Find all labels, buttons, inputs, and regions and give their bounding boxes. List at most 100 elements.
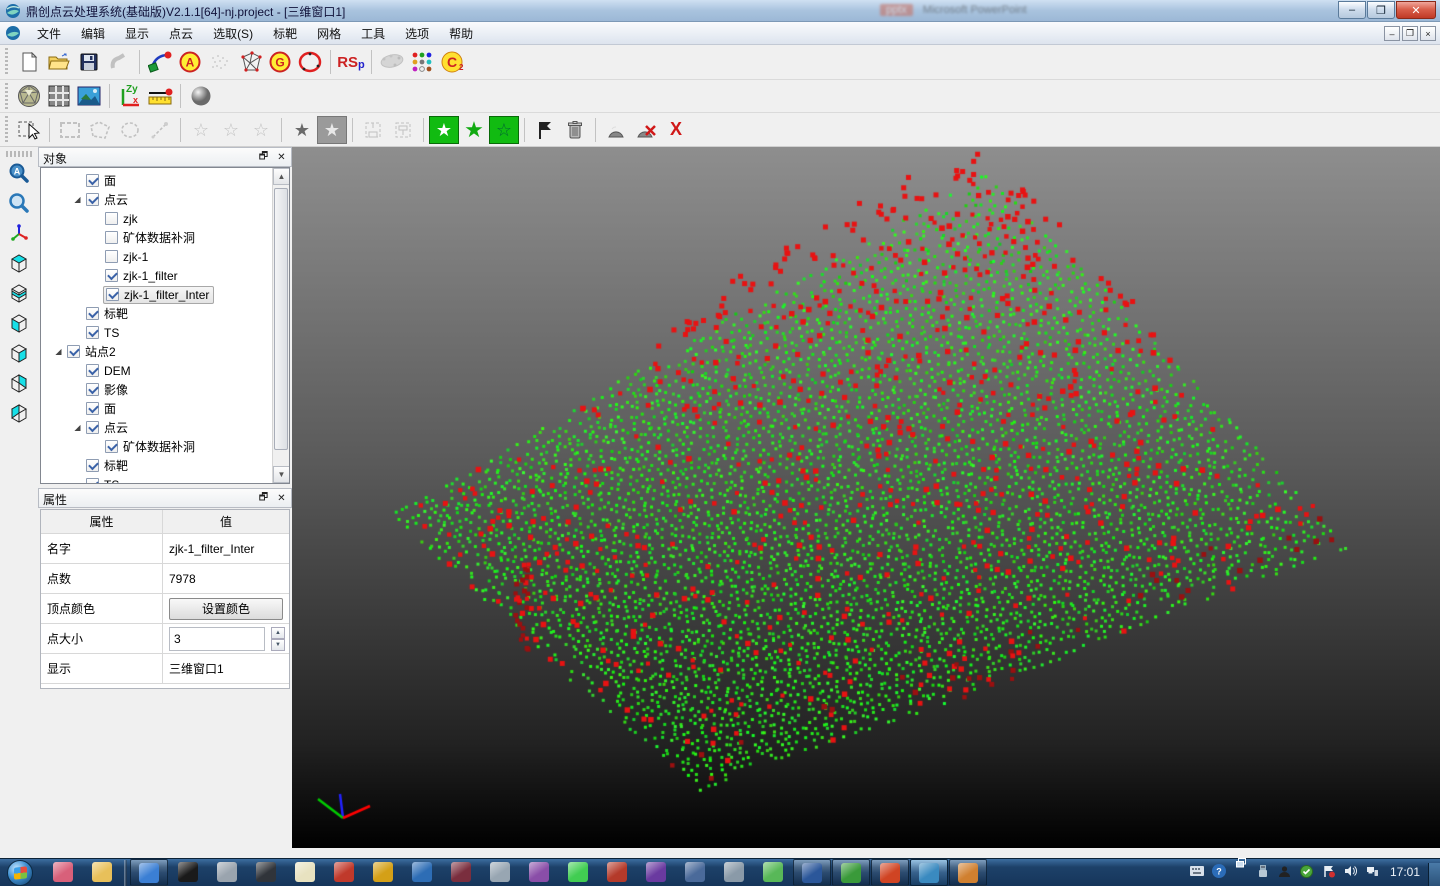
axes-icon[interactable]: [4, 219, 34, 247]
expander-icon[interactable]: ◢: [52, 347, 65, 356]
taskbar-app-orange-app[interactable]: [949, 859, 987, 886]
taskbar-app-green-app[interactable]: [832, 859, 870, 886]
view-left-icon[interactable]: [4, 399, 34, 427]
taskbar-app-gray-app[interactable]: [481, 859, 519, 886]
visibility-checkbox[interactable]: [86, 174, 99, 187]
taskbar-app-player[interactable]: [208, 859, 246, 886]
star-box-green-outline-icon[interactable]: ☆: [489, 116, 519, 144]
view-middle-icon[interactable]: [4, 279, 34, 307]
tree-item[interactable]: zjk-1_filter: [41, 266, 289, 285]
star-box-green-icon[interactable]: ★: [429, 116, 459, 144]
dome-delete-icon[interactable]: [631, 116, 661, 144]
tree-item[interactable]: 影像: [41, 380, 289, 399]
view-front-icon[interactable]: [4, 309, 34, 337]
help-icon[interactable]: ?: [1211, 863, 1227, 879]
taskbar-app-red-ball[interactable]: [598, 859, 636, 886]
taskbar-app-word[interactable]: [793, 859, 831, 886]
tree-item[interactable]: 面: [41, 171, 289, 190]
network-icon[interactable]: [1365, 863, 1381, 879]
close-panel-icon[interactable]: ✕: [274, 150, 289, 164]
tree-item[interactable]: zjk-1: [41, 247, 289, 266]
menu-tools[interactable]: 工具: [351, 22, 395, 45]
visibility-checkbox[interactable]: [105, 231, 118, 244]
taskbar-app-gold-app[interactable]: [364, 859, 402, 886]
visibility-checkbox[interactable]: [86, 193, 99, 206]
menu-target[interactable]: 标靶: [263, 22, 307, 45]
target-g-icon[interactable]: G: [265, 48, 295, 76]
target-o-icon[interactable]: [295, 48, 325, 76]
pointcloud-icon[interactable]: [205, 48, 235, 76]
visibility-checkbox[interactable]: [86, 402, 99, 415]
zoom-all-icon[interactable]: A: [4, 159, 34, 187]
mesh-icon[interactable]: [235, 48, 265, 76]
tree-item[interactable]: TS: [41, 323, 289, 342]
mdi-minimize-button[interactable]: –: [1384, 26, 1400, 41]
visibility-checkbox[interactable]: [106, 288, 119, 301]
star-green-icon[interactable]: ★: [459, 116, 489, 144]
axes-zyx-icon[interactable]: Zyx: [115, 82, 145, 110]
tree-item[interactable]: ◢站点2: [41, 342, 289, 361]
tree-item[interactable]: 面: [41, 399, 289, 418]
menu-options[interactable]: 选项: [395, 22, 439, 45]
press-2-icon[interactable]: [388, 116, 418, 144]
close-panel-icon[interactable]: ✕: [274, 491, 289, 505]
close-button[interactable]: ✕: [1396, 1, 1436, 19]
set-color-button[interactable]: 设置颜色: [169, 598, 283, 620]
ellipse-select-icon[interactable]: [115, 116, 145, 144]
tree-item[interactable]: ◢点云: [41, 418, 289, 437]
pick-select-icon[interactable]: [14, 116, 44, 144]
toolbar-grip[interactable]: [3, 83, 11, 109]
taskbar-app-powerpoint[interactable]: [871, 859, 909, 886]
tree-item[interactable]: 标靶: [41, 456, 289, 475]
float-panel-icon[interactable]: 🗗: [256, 150, 271, 164]
star-gray-icon[interactable]: ★: [287, 116, 317, 144]
start-button[interactable]: [0, 859, 40, 886]
menu-file[interactable]: 文件: [27, 22, 71, 45]
line-select-icon[interactable]: [145, 116, 175, 144]
toolbar-grip[interactable]: [3, 48, 11, 75]
volume-icon[interactable]: [1343, 863, 1359, 879]
taskbar-app-photoshop[interactable]: [403, 859, 441, 886]
zoom-icon[interactable]: [4, 189, 34, 217]
new-file-icon[interactable]: [14, 48, 44, 76]
taskbar-app-pointcloud-app[interactable]: [910, 859, 948, 886]
taskbar-app-notepad[interactable]: [286, 859, 324, 886]
delete-icon[interactable]: [560, 116, 590, 144]
delete-all-icon[interactable]: X: [661, 116, 691, 144]
visibility-checkbox[interactable]: [86, 459, 99, 472]
tree-item[interactable]: 矿体数据补洞: [41, 228, 289, 247]
visibility-checkbox[interactable]: [105, 250, 118, 263]
visibility-checkbox[interactable]: [86, 307, 99, 320]
tree-item[interactable]: zjk-1_filter_Inter: [41, 285, 289, 304]
taskbar-app-qt[interactable]: [559, 859, 597, 886]
save-icon[interactable]: [74, 48, 104, 76]
float-panel-icon[interactable]: 🗗: [256, 491, 271, 505]
restore-windows-icon[interactable]: [1233, 855, 1249, 871]
visibility-checkbox[interactable]: [86, 326, 99, 339]
taskbar-app-qq[interactable]: [169, 859, 207, 886]
visibility-checkbox[interactable]: [67, 345, 80, 358]
image-icon[interactable]: [74, 82, 104, 110]
visibility-checkbox[interactable]: [105, 269, 118, 282]
toolbar-grip[interactable]: [3, 116, 11, 142]
menu-select[interactable]: 选取(S): [203, 22, 263, 45]
measure-icon[interactable]: [145, 82, 175, 110]
usb-icon[interactable]: [1255, 863, 1271, 879]
tree-item[interactable]: 矿体数据补洞: [41, 437, 289, 456]
dome-icon[interactable]: [601, 116, 631, 144]
menu-edit[interactable]: 编辑: [71, 22, 115, 45]
scroll-thumb[interactable]: [274, 188, 288, 450]
spinner-up-icon[interactable]: ▲: [271, 627, 285, 639]
taskbar-app-dreamweaver[interactable]: [442, 859, 480, 886]
visibility-checkbox[interactable]: [86, 383, 99, 396]
tree-item[interactable]: zjk: [41, 209, 289, 228]
toolbar-grip[interactable]: [6, 151, 33, 157]
show-desktop-button[interactable]: [1428, 863, 1440, 886]
visibility-checkbox[interactable]: [86, 478, 99, 484]
taskbar-app-printer-app[interactable]: [715, 859, 753, 886]
color-dots-icon[interactable]: [407, 48, 437, 76]
sphere-icon[interactable]: [186, 82, 216, 110]
menu-display[interactable]: 显示: [115, 22, 159, 45]
expander-icon[interactable]: ◢: [71, 423, 84, 432]
rsp-icon[interactable]: RSp: [336, 48, 366, 76]
